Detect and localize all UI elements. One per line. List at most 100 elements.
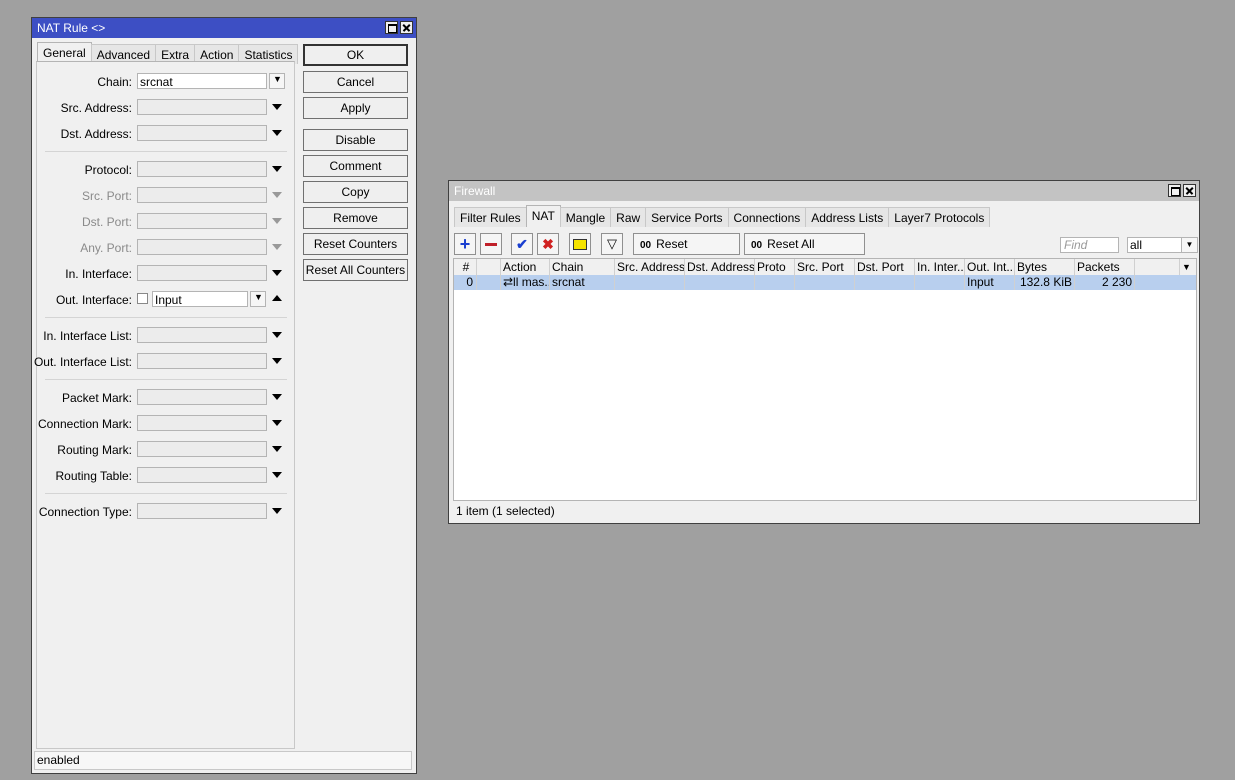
column-header-out-interface[interactable]: Out. Int... — [965, 259, 1015, 275]
column-header-number[interactable]: # — [454, 259, 477, 275]
status-text: 1 item (1 selected) — [456, 504, 555, 518]
chevron-down-icon[interactable] — [272, 472, 282, 478]
reset-all-counters-button[interactable]: 00Reset All Counters — [744, 233, 865, 273]
routing-table-row: Routing Table: — [37, 467, 294, 485]
disable-button[interactable]: ✖ — [537, 233, 559, 255]
enable-button[interactable]: ✔ — [511, 233, 533, 255]
chevron-down-icon[interactable] — [272, 358, 282, 364]
tab-layer7-protocols[interactable]: Layer7 Protocols — [888, 207, 991, 227]
dst-port-field[interactable] — [137, 213, 267, 229]
add-button[interactable]: + — [454, 233, 476, 255]
maximize-icon[interactable] — [1168, 184, 1181, 197]
dropdown-icon[interactable]: ▼ — [1181, 238, 1197, 252]
remove-button[interactable]: Remove — [303, 207, 408, 229]
comment-button[interactable]: Comment — [303, 155, 408, 177]
column-header-src-address[interactable]: Src. Address — [615, 259, 685, 275]
filter-button[interactable]: ▽ — [601, 233, 623, 255]
packet-mark-row: Packet Mark: — [37, 389, 294, 407]
chevron-down-icon[interactable] — [272, 332, 282, 338]
maximize-icon[interactable] — [385, 21, 398, 34]
out-interface-dropdown-button[interactable]: ▼ — [250, 291, 266, 307]
minus-icon — [485, 242, 497, 246]
tab-connections[interactable]: Connections — [727, 207, 807, 227]
protocol-label: Protocol: — [84, 163, 132, 177]
reset-counters-button[interactable]: Reset Counters — [303, 233, 408, 255]
comment-button[interactable] — [569, 233, 591, 255]
tab-nat[interactable]: NAT — [525, 205, 561, 227]
chevron-down-icon[interactable] — [272, 446, 282, 452]
out-interface-list-field[interactable] — [137, 353, 267, 369]
column-header-empty — [1135, 259, 1180, 275]
routing-table-field[interactable] — [137, 467, 267, 483]
chain-label: Chain: — [97, 75, 132, 89]
divider — [45, 379, 287, 380]
nat-rule-titlebar[interactable]: NAT Rule <> — [32, 18, 416, 38]
routing-mark-field[interactable] — [137, 441, 267, 457]
chevron-down-icon[interactable] — [272, 104, 282, 110]
in-interface-list-field[interactable] — [137, 327, 267, 343]
apply-button[interactable]: Apply — [303, 97, 408, 119]
packet-mark-field[interactable] — [137, 389, 267, 405]
cancel-button[interactable]: Cancel — [303, 71, 408, 93]
column-header-bytes[interactable]: Bytes — [1015, 259, 1075, 275]
in-interface-field[interactable] — [137, 265, 267, 281]
close-icon[interactable] — [1183, 184, 1196, 197]
cross-icon: ✖ — [542, 235, 554, 252]
chevron-down-icon[interactable] — [272, 394, 282, 400]
src-address-label: Src. Address: — [60, 101, 132, 115]
row-packets: 2 230 — [1075, 275, 1135, 290]
dst-address-field[interactable] — [137, 125, 267, 141]
column-header-proto[interactable]: Proto — [755, 259, 795, 275]
chevron-down-icon[interactable] — [272, 192, 282, 198]
src-port-field[interactable] — [137, 187, 267, 203]
out-interface-value: Input — [155, 293, 182, 307]
column-header-in-interface[interactable]: In. Inter... — [915, 259, 965, 275]
close-icon[interactable] — [400, 21, 413, 34]
firewall-titlebar[interactable]: Firewall — [449, 181, 1199, 201]
table-row[interactable]: 0 ⇄ll mas... srcnat Input 132.8 KiB 2 23… — [454, 275, 1196, 290]
column-header-src-port[interactable]: Src. Port — [795, 259, 855, 275]
protocol-field[interactable] — [137, 161, 267, 177]
column-header-dst-port[interactable]: Dst. Port — [855, 259, 915, 275]
reset-all-counters-button[interactable]: Reset All Counters — [303, 259, 408, 281]
status-text: enabled — [37, 753, 80, 767]
chevron-up-icon[interactable] — [272, 295, 282, 301]
connection-type-field[interactable] — [137, 503, 267, 519]
out-interface-list-label: Out. Interface List: — [33, 355, 132, 369]
any-port-field[interactable] — [137, 239, 267, 255]
find-input[interactable]: Find — [1060, 237, 1119, 253]
tab-address-lists[interactable]: Address Lists — [805, 207, 890, 227]
disable-button[interactable]: Disable — [303, 129, 408, 151]
chain-select[interactable]: srcnat — [137, 73, 267, 89]
column-header-chain[interactable]: Chain — [550, 259, 615, 275]
chevron-down-icon[interactable] — [272, 244, 282, 250]
tab-filter-rules[interactable]: Filter Rules — [454, 207, 527, 227]
column-header-flags[interactable] — [477, 259, 501, 275]
chevron-down-icon[interactable] — [272, 420, 282, 426]
filter-select[interactable]: all ▼ — [1127, 237, 1198, 253]
column-header-packets[interactable]: Packets — [1075, 259, 1135, 275]
column-header-dst-address[interactable]: Dst. Address — [685, 259, 755, 275]
chevron-down-icon[interactable] — [272, 166, 282, 172]
reset-counters-button[interactable]: 00Reset Counters — [633, 233, 740, 273]
src-address-field[interactable] — [137, 99, 267, 115]
out-interface-invert-checkbox[interactable] — [137, 293, 148, 304]
in-interface-list-label: In. Interface List: — [43, 329, 132, 343]
tab-raw[interactable]: Raw — [610, 207, 647, 227]
tab-service-ports[interactable]: Service Ports — [645, 207, 729, 227]
chevron-down-icon[interactable] — [272, 130, 282, 136]
ok-button[interactable]: OK — [303, 44, 408, 66]
column-header-action[interactable]: Action — [501, 259, 550, 275]
window-title: NAT Rule <> — [37, 21, 106, 35]
tab-mangle[interactable]: Mangle — [559, 207, 612, 227]
chevron-down-icon[interactable] — [272, 218, 282, 224]
chevron-down-icon[interactable] — [272, 508, 282, 514]
chain-dropdown-button[interactable]: ▼ — [269, 73, 285, 89]
chevron-down-icon[interactable] — [272, 270, 282, 276]
columns-menu-icon[interactable]: ▼ — [1180, 259, 1196, 275]
window-title: Firewall — [454, 184, 496, 198]
remove-button[interactable] — [480, 233, 502, 255]
out-interface-select[interactable]: Input — [152, 291, 248, 307]
connection-mark-field[interactable] — [137, 415, 267, 431]
copy-button[interactable]: Copy — [303, 181, 408, 203]
